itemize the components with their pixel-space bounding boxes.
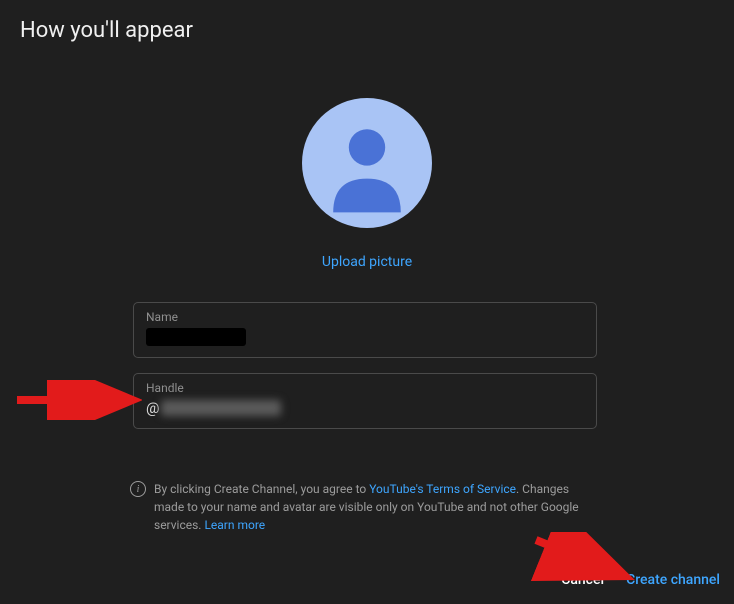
info-icon: i [130, 481, 146, 497]
dialog-title: How you'll appear [20, 18, 193, 43]
name-label: Name [146, 310, 584, 324]
create-channel-button[interactable]: Create channel [626, 572, 720, 588]
cancel-button[interactable]: Cancel [561, 572, 604, 588]
avatar-placeholder [302, 98, 432, 228]
handle-value-redacted [161, 400, 281, 416]
handle-prefix: @ [146, 399, 159, 417]
upload-picture-link[interactable]: Upload picture [322, 254, 412, 270]
terms-info: i By clicking Create Channel, you agree … [130, 480, 600, 534]
name-field[interactable]: Name [133, 302, 597, 358]
terms-pre: By clicking Create Channel, you agree to [154, 482, 369, 496]
tos-link[interactable]: YouTube's Terms of Service [369, 482, 516, 496]
learn-more-link[interactable]: Learn more [204, 518, 265, 532]
name-value-redacted [146, 328, 246, 346]
annotation-arrow-handle [12, 380, 142, 420]
handle-label: Handle [146, 381, 584, 395]
handle-field[interactable]: Handle @ [133, 373, 597, 429]
